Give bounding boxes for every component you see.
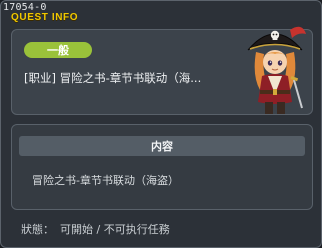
quest-status: 狀態： 可開始 / 不可执行任務 (21, 221, 170, 237)
quest-category-badge: 一般 (24, 42, 92, 58)
quest-info-window: 17054-0 QUEST INFO 一般 [职业] 冒险之书-章节书联动（海.… (0, 0, 322, 248)
pirate-captain-npc-icon (247, 26, 306, 114)
content-text: 冒险之书-章节书联动（海盗） (32, 174, 179, 187)
quest-content-panel: 内容 冒险之书-章节书联动（海盗） (11, 124, 313, 210)
status-label: 狀態： (21, 223, 54, 236)
window-title: QUEST INFO (11, 12, 79, 23)
content-header: 内容 (19, 136, 305, 156)
status-value: 可開始 / 不可执行任務 (60, 223, 170, 236)
quest-name: [职业] 冒险之书-章节书联动（海... (24, 71, 202, 85)
quest-summary-panel: 一般 [职业] 冒险之书-章节书联动（海... (11, 26, 313, 115)
